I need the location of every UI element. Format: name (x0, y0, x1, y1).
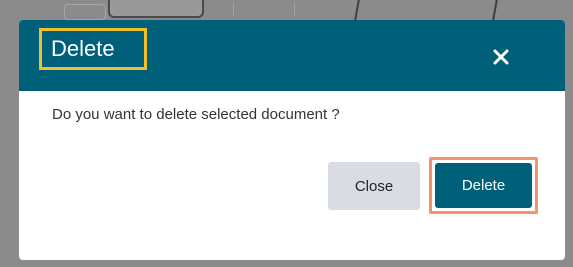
delete-button[interactable]: Delete (435, 163, 532, 208)
delete-dialog: Delete Do you want to delete selected do… (19, 20, 565, 260)
background-element (64, 4, 106, 20)
background-element (233, 2, 295, 16)
dialog-title: Delete (39, 28, 147, 70)
dialog-message: Do you want to delete selected document … (52, 106, 340, 123)
close-button[interactable]: Close (328, 162, 420, 210)
background-element (108, 0, 204, 18)
background-element (354, 0, 360, 20)
background-element (492, 0, 498, 20)
dialog-header: Delete (19, 20, 565, 91)
close-icon[interactable] (487, 43, 515, 71)
